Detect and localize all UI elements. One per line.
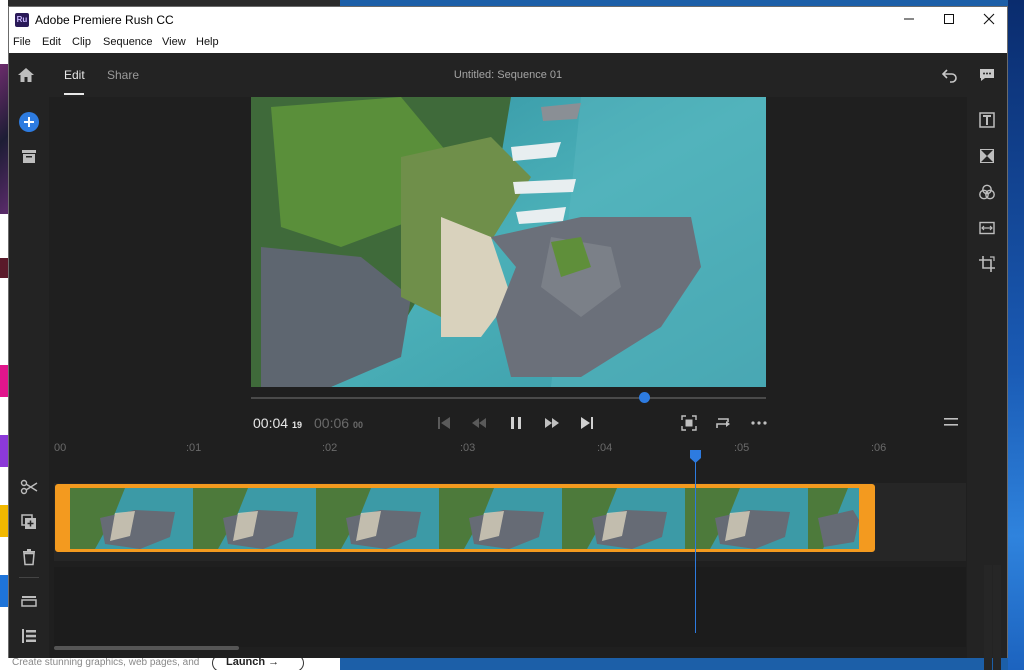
undo-icon[interactable] <box>941 66 959 84</box>
clip-thumbnail <box>193 488 316 549</box>
scrubber-track[interactable] <box>251 397 766 399</box>
app-area: Edit Share Untitled: Sequence 01 00:04 1… <box>9 53 1007 670</box>
total-duration: 00:06 00 <box>314 415 363 431</box>
desktop-strip-left <box>0 0 8 670</box>
clip-thumbnail <box>685 488 808 549</box>
track-controls-icon[interactable] <box>19 591 39 611</box>
close-button[interactable] <box>967 7 1011 33</box>
duplicate-icon[interactable] <box>19 512 39 532</box>
maximize-button[interactable] <box>927 7 971 33</box>
ruler-label: :06 <box>871 442 887 454</box>
timeline-view-icon[interactable] <box>19 626 39 646</box>
clip-thumbnail <box>316 488 439 549</box>
clip-thumbnails <box>70 488 859 549</box>
go-to-end-icon[interactable] <box>577 413 597 433</box>
audio-meter-left <box>984 565 992 670</box>
title-bar: Ru Adobe Premiere Rush CC <box>9 7 1007 33</box>
menu-view[interactable]: View <box>162 36 186 48</box>
project-assets-icon[interactable] <box>19 147 39 167</box>
top-bar: Edit Share Untitled: Sequence 01 <box>9 53 1007 97</box>
ruler-label: 00 <box>54 442 67 454</box>
menu-bar: File Edit Clip Sequence View Help <box>9 33 1007 53</box>
split-scissors-icon[interactable] <box>19 477 39 497</box>
timeline-ruler[interactable]: 00 :01 :02 :03 :04 :05 :06 <box>49 437 967 459</box>
banner-text: Create stunning graphics, web pages, and <box>12 657 200 668</box>
empty-track-area <box>54 567 966 647</box>
clip-thumbnail <box>562 488 685 549</box>
video-frame <box>251 97 766 387</box>
desktop-strip-right <box>1008 0 1024 670</box>
add-media-icon[interactable] <box>19 112 39 132</box>
program-monitor[interactable] <box>251 97 766 387</box>
panel-menu-icon[interactable] <box>944 417 958 427</box>
transitions-icon[interactable] <box>978 147 996 165</box>
audio-meter-right <box>993 565 1001 670</box>
crop-transform-icon[interactable] <box>978 255 996 273</box>
left-toolbar <box>9 97 49 658</box>
timeline-scrollbar[interactable] <box>54 646 239 650</box>
minimize-button[interactable] <box>887 7 931 33</box>
step-back-icon[interactable] <box>469 413 489 433</box>
window-title: Adobe Premiere Rush CC <box>35 13 174 27</box>
editor-main: 00:04 19 00:06 00 00:01:02:03:04:05… <box>49 97 1001 670</box>
ruler-label: :03 <box>460 442 476 454</box>
scrubber-handle[interactable] <box>639 392 650 403</box>
menu-file[interactable]: File <box>13 36 31 48</box>
pause-icon[interactable] <box>506 413 526 433</box>
menu-sequence[interactable]: Sequence <box>103 36 153 48</box>
current-timecode: 00:04 19 <box>253 415 302 431</box>
clip-thumbnail <box>70 488 193 549</box>
ruler-label: :02 <box>322 442 338 454</box>
fit-frame-icon[interactable] <box>679 413 699 433</box>
more-options-icon[interactable] <box>749 413 769 433</box>
ruler-label: :04 <box>597 442 613 454</box>
premiere-rush-window: Ru Adobe Premiere Rush CC File Edit Clip… <box>8 6 1008 670</box>
loop-icon[interactable] <box>714 413 734 433</box>
step-forward-icon[interactable] <box>542 413 562 433</box>
speed-icon[interactable] <box>978 219 996 237</box>
menu-clip[interactable]: Clip <box>72 36 91 48</box>
color-icon[interactable] <box>978 183 996 201</box>
playhead-handle[interactable] <box>689 449 702 463</box>
app-icon: Ru <box>15 13 29 27</box>
menu-edit[interactable]: Edit <box>42 36 61 48</box>
clip-thumbnail <box>808 488 859 549</box>
menu-help[interactable]: Help <box>196 36 219 48</box>
delete-trash-icon[interactable] <box>19 547 39 567</box>
feedback-icon[interactable] <box>978 66 996 84</box>
maximize-icon <box>944 14 954 24</box>
desktop-banner: Create stunning graphics, web pages, and… <box>0 654 340 670</box>
ruler-label: :01 <box>186 442 202 454</box>
minimize-icon <box>904 18 914 20</box>
tab-edit-indicator <box>64 93 84 95</box>
go-to-start-icon[interactable] <box>434 413 454 433</box>
video-clip[interactable] <box>55 484 875 552</box>
ruler-label: :05 <box>734 442 750 454</box>
toolbar-divider <box>19 577 39 578</box>
playhead-line <box>695 453 696 633</box>
sequence-title: Untitled: Sequence 01 <box>453 69 563 81</box>
clip-thumbnail <box>439 488 562 549</box>
close-icon <box>983 13 995 25</box>
titles-icon[interactable] <box>978 111 996 129</box>
